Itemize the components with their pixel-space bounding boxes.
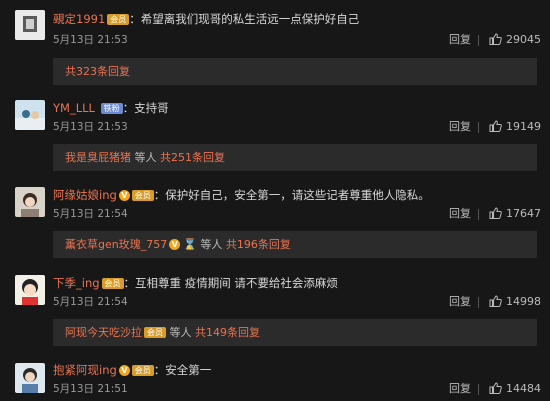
comment-text: ：安全第一 <box>153 363 212 377</box>
verified-icon: V <box>118 190 130 201</box>
timestamp: 5月13日 21:51 <box>53 383 128 395</box>
more-replies-link[interactable]: 共323条回复 <box>65 65 130 78</box>
reply-user-link[interactable]: 我是臭屁猪猪 <box>65 151 131 164</box>
like-count: 14484 <box>506 382 541 395</box>
comment-text: ：互相尊重 疫情期间 请不要给社会添麻烦 <box>123 276 338 290</box>
username-link[interactable]: 下季_ing <box>53 276 100 290</box>
member-badge: 会员 <box>107 14 130 25</box>
comment-line: 覡定1991 会员 ：希望离我们现哥的私生活远一点保护好自己 <box>53 11 359 27</box>
username-link[interactable]: YM_LLL <box>53 101 95 115</box>
more-replies-link[interactable]: 共149条回复 <box>195 326 260 339</box>
comment-text: ：希望离我们现哥的私生活远一点保护好自己 <box>129 12 360 26</box>
divider <box>478 122 479 133</box>
thumbs-up-icon <box>489 295 502 307</box>
divider <box>478 384 479 395</box>
member-badge: 会员 <box>131 190 154 201</box>
verified-icon: V <box>169 239 181 250</box>
like-button[interactable]: 19149 <box>489 120 541 134</box>
thumbs-up-icon <box>489 382 502 394</box>
comment-line: 阿缘姑娘ing V 会员 ：保护好自己，安全第一，请这些记者尊重他人隐私。 <box>53 187 430 203</box>
verified-icon: V <box>118 365 130 376</box>
avatar[interactable] <box>15 275 45 305</box>
timestamp: 5月13日 21:54 <box>53 296 128 308</box>
like-count: 17647 <box>506 207 541 220</box>
timestamp: 5月13日 21:53 <box>53 121 128 133</box>
member-badge: 会员 <box>131 365 154 376</box>
sub-reply-box[interactable]: 薰衣草gen玫瑰_757 V ⌛ 等人 共196条回复 <box>53 231 537 258</box>
hourglass-icon: ⌛ <box>183 238 197 251</box>
comment-line: YM_LLL 铁粉 ：支持哥 <box>53 100 169 116</box>
reply-user-link[interactable]: 薰衣草gen玫瑰_757 <box>65 238 167 251</box>
reply-button[interactable]: 回复 <box>449 120 471 134</box>
others-label: 等人 <box>166 326 195 339</box>
member-badge: 会员 <box>101 278 124 289</box>
like-count: 29045 <box>506 33 541 46</box>
like-button[interactable]: 17647 <box>489 207 541 221</box>
divider <box>478 297 479 308</box>
username-link[interactable]: 覡定1991 <box>53 12 105 26</box>
thumbs-up-icon <box>489 33 502 45</box>
others-label: 等人 <box>196 238 226 251</box>
like-count: 14998 <box>506 295 541 308</box>
avatar[interactable] <box>15 10 45 40</box>
timestamp: 5月13日 21:53 <box>53 34 128 46</box>
sub-reply-box[interactable]: 共323条回复 <box>53 58 537 85</box>
avatar[interactable] <box>15 363 45 393</box>
comment-text: ：保护好自己，安全第一，请这些记者尊重他人隐私。 <box>153 188 430 202</box>
more-replies-link[interactable]: 共196条回复 <box>226 238 291 251</box>
reply-button[interactable]: 回复 <box>449 207 471 221</box>
comment-line: 下季_ing 会员 ：互相尊重 疫情期间 请不要给社会添麻烦 <box>53 275 338 291</box>
reply-button[interactable]: 回复 <box>449 295 471 309</box>
more-replies-link[interactable]: 共251条回复 <box>160 151 225 164</box>
reply-user-link[interactable]: 阿现今天吃沙拉 <box>65 326 142 339</box>
username-link[interactable]: 阿缘姑娘ing <box>53 188 117 202</box>
like-count: 19149 <box>506 120 541 133</box>
avatar[interactable] <box>15 187 45 217</box>
timestamp: 5月13日 21:54 <box>53 208 128 220</box>
others-label: 等人 <box>131 151 160 164</box>
sub-reply-box[interactable]: 我是臭屁猪猪 等人 共251条回复 <box>53 144 537 171</box>
member-badge: 会员 <box>144 327 166 338</box>
sub-reply-box[interactable]: 阿现今天吃沙拉 会员 等人 共149条回复 <box>53 319 537 346</box>
username-link[interactable]: 抱紧阿现ing <box>53 363 117 377</box>
like-button[interactable]: 14998 <box>489 295 541 309</box>
avatar[interactable] <box>15 100 45 130</box>
comment-text: ：支持哥 <box>122 101 169 115</box>
comment-line: 抱紧阿现ing V 会员 ：安全第一 <box>53 362 211 378</box>
divider <box>478 209 479 220</box>
like-button[interactable]: 14484 <box>489 382 541 396</box>
divider <box>478 35 479 46</box>
thumbs-up-icon <box>489 207 502 219</box>
reply-button[interactable]: 回复 <box>449 382 471 396</box>
fan-badge: 铁粉 <box>100 103 123 114</box>
like-button[interactable]: 29045 <box>489 33 541 47</box>
thumbs-up-icon <box>489 120 502 132</box>
reply-button[interactable]: 回复 <box>449 33 471 47</box>
